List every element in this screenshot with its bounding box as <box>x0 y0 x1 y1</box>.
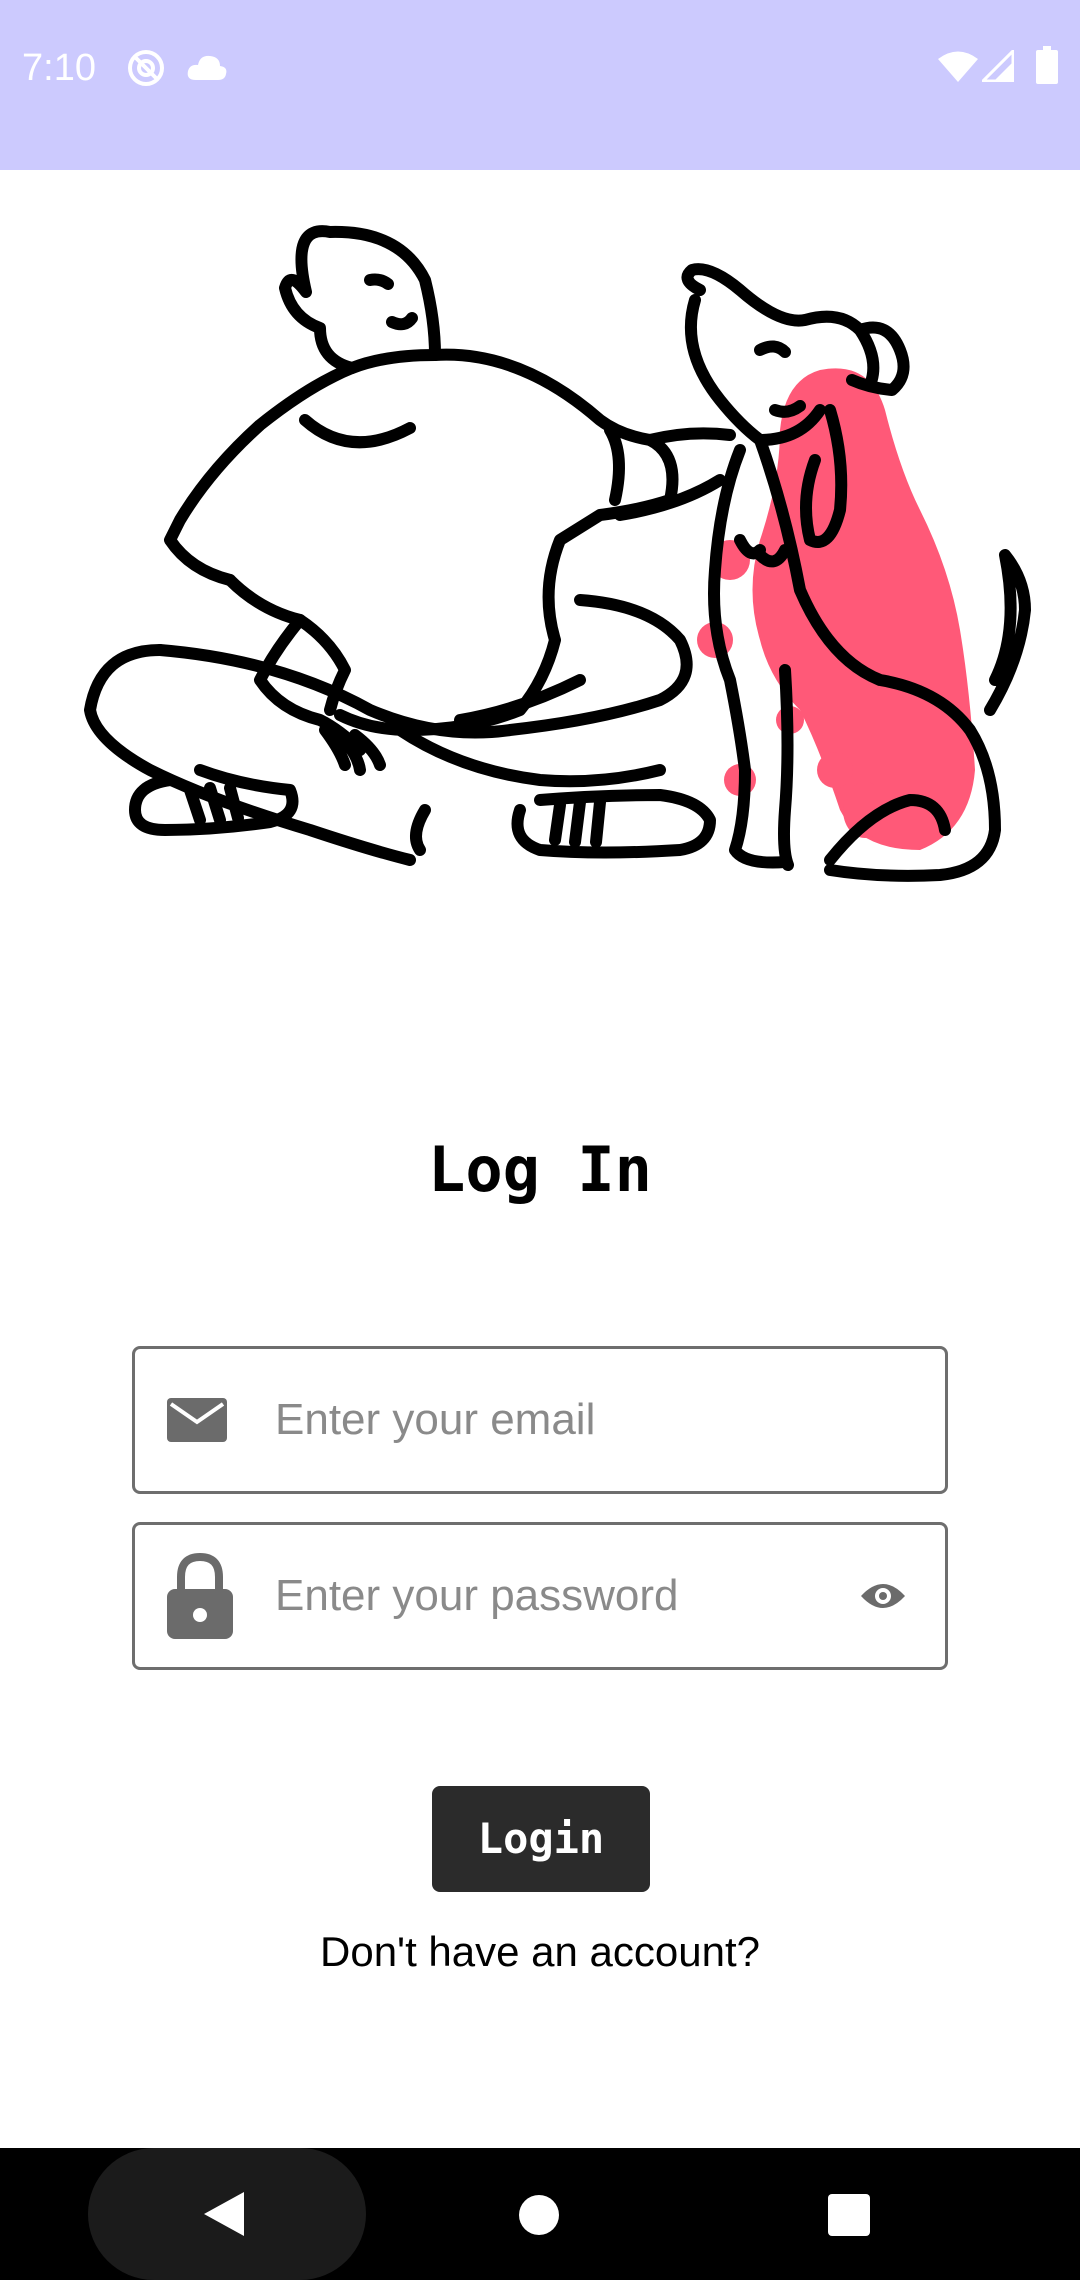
at-sign-icon <box>128 50 164 86</box>
eye-icon[interactable] <box>859 1580 907 1612</box>
wifi-icon <box>938 51 978 82</box>
password-field[interactable]: Enter your password <box>132 1522 948 1670</box>
signal-icon <box>982 50 1014 82</box>
password-input[interactable]: Enter your password <box>275 1525 679 1667</box>
person-with-dog-illustration <box>84 225 1031 882</box>
email-field[interactable]: Enter your email <box>132 1346 948 1494</box>
login-button[interactable]: Login <box>432 1786 650 1892</box>
status-time: 7:10 <box>22 47 96 89</box>
email-icon <box>167 1398 227 1442</box>
lock-icon <box>167 1553 233 1639</box>
home-icon[interactable] <box>518 2194 560 2236</box>
navigation-bar <box>0 2148 1080 2280</box>
recents-icon[interactable] <box>828 2194 870 2236</box>
battery-icon <box>1036 46 1058 84</box>
email-input[interactable]: Enter your email <box>275 1349 595 1491</box>
status-bar: 7:10 <box>0 0 1080 170</box>
cloud-icon <box>187 55 227 80</box>
page-title: Log In <box>428 1133 652 1206</box>
signup-link[interactable]: Don't have an account? <box>0 1922 1080 1982</box>
back-icon[interactable] <box>204 2192 246 2236</box>
